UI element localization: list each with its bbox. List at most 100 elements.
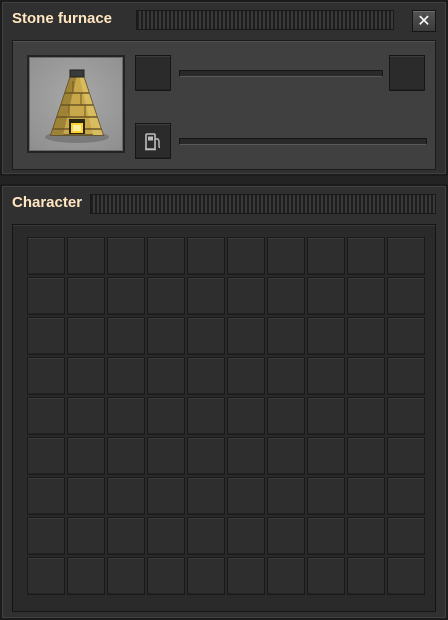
inventory-slot[interactable] [347, 317, 385, 355]
inventory-slot[interactable] [187, 317, 225, 355]
inventory-slot[interactable] [147, 517, 185, 555]
inventory-slot[interactable] [347, 517, 385, 555]
inventory-slot[interactable] [307, 517, 345, 555]
inventory-slot[interactable] [307, 277, 345, 315]
inventory-slot[interactable] [67, 237, 105, 275]
inventory-slot[interactable] [147, 277, 185, 315]
inventory-slot[interactable] [267, 277, 305, 315]
inventory-slot[interactable] [107, 397, 145, 435]
inventory-slot[interactable] [27, 357, 65, 395]
fuel-slot[interactable] [135, 123, 171, 159]
inventory-slot[interactable] [107, 557, 145, 595]
inventory-slot[interactable] [267, 357, 305, 395]
inventory-slot[interactable] [187, 557, 225, 595]
inventory-slot[interactable] [347, 277, 385, 315]
inventory-slot[interactable] [67, 477, 105, 515]
inventory-slot[interactable] [227, 477, 265, 515]
inventory-slot[interactable] [27, 517, 65, 555]
inventory-slot[interactable] [307, 477, 345, 515]
inventory-slot[interactable] [67, 517, 105, 555]
inventory-slot[interactable] [307, 317, 345, 355]
inventory-panel [12, 224, 436, 612]
inventory-slot[interactable] [107, 437, 145, 475]
stone-furnace-icon [45, 69, 109, 143]
inventory-slot[interactable] [187, 397, 225, 435]
inventory-slot[interactable] [227, 517, 265, 555]
inventory-slot[interactable] [227, 557, 265, 595]
inventory-slot[interactable] [187, 277, 225, 315]
source-slot[interactable] [135, 55, 171, 91]
entity-preview[interactable] [27, 55, 125, 153]
inventory-slot[interactable] [147, 237, 185, 275]
inventory-slot[interactable] [27, 557, 65, 595]
inventory-slot[interactable] [267, 437, 305, 475]
inventory-slot[interactable] [27, 317, 65, 355]
furnace-window-drag-handle[interactable] [136, 10, 394, 30]
inventory-slot[interactable] [187, 357, 225, 395]
inventory-slot[interactable] [187, 517, 225, 555]
inventory-slot[interactable] [187, 437, 225, 475]
inventory-slot[interactable] [67, 317, 105, 355]
inventory-slot[interactable] [387, 437, 425, 475]
inventory-slot[interactable] [347, 237, 385, 275]
inventory-slot[interactable] [147, 397, 185, 435]
inventory-slot[interactable] [347, 437, 385, 475]
inventory-slot[interactable] [187, 237, 225, 275]
inventory-slot[interactable] [347, 557, 385, 595]
character-window-drag-handle[interactable] [90, 194, 436, 214]
inventory-slot[interactable] [227, 357, 265, 395]
inventory-slot[interactable] [307, 397, 345, 435]
inventory-slot[interactable] [67, 277, 105, 315]
inventory-slot[interactable] [307, 237, 345, 275]
inventory-slot[interactable] [27, 397, 65, 435]
inventory-slot[interactable] [227, 277, 265, 315]
inventory-slot[interactable] [267, 557, 305, 595]
inventory-slot[interactable] [387, 317, 425, 355]
inventory-slot[interactable] [347, 477, 385, 515]
inventory-slot[interactable] [387, 277, 425, 315]
inventory-slot[interactable] [107, 237, 145, 275]
inventory-slot[interactable] [107, 357, 145, 395]
inventory-slot[interactable] [267, 237, 305, 275]
inventory-slot[interactable] [227, 237, 265, 275]
inventory-slot[interactable] [67, 397, 105, 435]
character-window: Character [0, 184, 448, 620]
inventory-slot[interactable] [387, 237, 425, 275]
inventory-slot[interactable] [387, 477, 425, 515]
inventory-slot[interactable] [107, 277, 145, 315]
inventory-slot[interactable] [107, 477, 145, 515]
inventory-slot[interactable] [187, 477, 225, 515]
inventory-slot[interactable] [347, 397, 385, 435]
inventory-slot[interactable] [387, 557, 425, 595]
inventory-slot[interactable] [267, 517, 305, 555]
inventory-slot[interactable] [27, 437, 65, 475]
inventory-slot[interactable] [307, 357, 345, 395]
inventory-slot[interactable] [307, 557, 345, 595]
inventory-slot[interactable] [387, 397, 425, 435]
close-button[interactable]: ✕ [412, 10, 436, 32]
inventory-slot[interactable] [67, 357, 105, 395]
inventory-slot[interactable] [67, 557, 105, 595]
inventory-slot[interactable] [227, 317, 265, 355]
inventory-slot[interactable] [267, 477, 305, 515]
inventory-slot[interactable] [107, 317, 145, 355]
inventory-slot[interactable] [347, 357, 385, 395]
inventory-slot[interactable] [227, 437, 265, 475]
inventory-slot[interactable] [387, 517, 425, 555]
inventory-slot[interactable] [27, 277, 65, 315]
inventory-slot[interactable] [267, 397, 305, 435]
inventory-slot[interactable] [387, 357, 425, 395]
inventory-slot[interactable] [147, 557, 185, 595]
inventory-slot[interactable] [27, 237, 65, 275]
inventory-slot[interactable] [147, 437, 185, 475]
inventory-slot[interactable] [147, 317, 185, 355]
inventory-slot[interactable] [107, 517, 145, 555]
result-slot[interactable] [389, 55, 425, 91]
inventory-slot[interactable] [147, 477, 185, 515]
inventory-slot[interactable] [227, 397, 265, 435]
inventory-slot[interactable] [27, 477, 65, 515]
inventory-slot[interactable] [267, 317, 305, 355]
inventory-slot[interactable] [147, 357, 185, 395]
inventory-slot[interactable] [307, 437, 345, 475]
inventory-slot[interactable] [67, 437, 105, 475]
